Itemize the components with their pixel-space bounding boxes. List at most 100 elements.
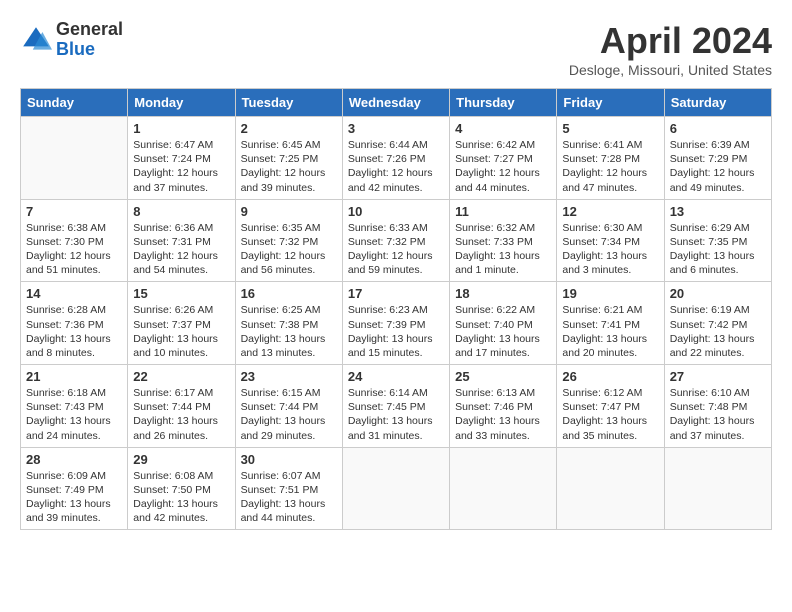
day-number: 7 [26,204,122,219]
calendar-cell: 11 Sunrise: 6:32 AMSunset: 7:33 PMDaylig… [450,199,557,282]
location: Desloge, Missouri, United States [569,62,772,78]
calendar-cell: 12 Sunrise: 6:30 AMSunset: 7:34 PMDaylig… [557,199,664,282]
cell-content: Sunrise: 6:25 AMSunset: 7:38 PMDaylight:… [241,303,337,360]
calendar-cell: 20 Sunrise: 6:19 AMSunset: 7:42 PMDaylig… [664,282,771,365]
day-number: 8 [133,204,229,219]
calendar-cell: 26 Sunrise: 6:12 AMSunset: 7:47 PMDaylig… [557,365,664,448]
calendar-cell: 15 Sunrise: 6:26 AMSunset: 7:37 PMDaylig… [128,282,235,365]
calendar-week-0: 1 Sunrise: 6:47 AMSunset: 7:24 PMDayligh… [21,117,772,200]
calendar-cell: 2 Sunrise: 6:45 AMSunset: 7:25 PMDayligh… [235,117,342,200]
day-number: 23 [241,369,337,384]
calendar-cell: 24 Sunrise: 6:14 AMSunset: 7:45 PMDaylig… [342,365,449,448]
cell-content: Sunrise: 6:42 AMSunset: 7:27 PMDaylight:… [455,138,551,195]
day-number: 22 [133,369,229,384]
cell-content: Sunrise: 6:21 AMSunset: 7:41 PMDaylight:… [562,303,658,360]
day-number: 24 [348,369,444,384]
cell-content: Sunrise: 6:07 AMSunset: 7:51 PMDaylight:… [241,469,337,526]
day-header-thursday: Thursday [450,89,557,117]
cell-content: Sunrise: 6:38 AMSunset: 7:30 PMDaylight:… [26,221,122,278]
calendar-week-1: 7 Sunrise: 6:38 AMSunset: 7:30 PMDayligh… [21,199,772,282]
day-number: 5 [562,121,658,136]
cell-content: Sunrise: 6:26 AMSunset: 7:37 PMDaylight:… [133,303,229,360]
cell-content: Sunrise: 6:10 AMSunset: 7:48 PMDaylight:… [670,386,766,443]
day-number: 27 [670,369,766,384]
day-number: 16 [241,286,337,301]
logo: General Blue [20,20,123,60]
cell-content: Sunrise: 6:09 AMSunset: 7:49 PMDaylight:… [26,469,122,526]
calendar-cell: 14 Sunrise: 6:28 AMSunset: 7:36 PMDaylig… [21,282,128,365]
calendar-cell: 18 Sunrise: 6:22 AMSunset: 7:40 PMDaylig… [450,282,557,365]
cell-content: Sunrise: 6:29 AMSunset: 7:35 PMDaylight:… [670,221,766,278]
logo-text: General Blue [56,20,123,60]
cell-content: Sunrise: 6:41 AMSunset: 7:28 PMDaylight:… [562,138,658,195]
day-number: 2 [241,121,337,136]
day-header-tuesday: Tuesday [235,89,342,117]
day-number: 9 [241,204,337,219]
day-number: 6 [670,121,766,136]
cell-content: Sunrise: 6:08 AMSunset: 7:50 PMDaylight:… [133,469,229,526]
day-number: 3 [348,121,444,136]
calendar-week-2: 14 Sunrise: 6:28 AMSunset: 7:36 PMDaylig… [21,282,772,365]
cell-content: Sunrise: 6:28 AMSunset: 7:36 PMDaylight:… [26,303,122,360]
calendar-cell: 3 Sunrise: 6:44 AMSunset: 7:26 PMDayligh… [342,117,449,200]
calendar-cell [21,117,128,200]
day-number: 13 [670,204,766,219]
day-header-wednesday: Wednesday [342,89,449,117]
day-number: 4 [455,121,551,136]
day-number: 19 [562,286,658,301]
calendar-cell: 21 Sunrise: 6:18 AMSunset: 7:43 PMDaylig… [21,365,128,448]
cell-content: Sunrise: 6:30 AMSunset: 7:34 PMDaylight:… [562,221,658,278]
day-number: 29 [133,452,229,467]
calendar-cell [450,447,557,530]
cell-content: Sunrise: 6:13 AMSunset: 7:46 PMDaylight:… [455,386,551,443]
calendar-cell: 4 Sunrise: 6:42 AMSunset: 7:27 PMDayligh… [450,117,557,200]
cell-content: Sunrise: 6:19 AMSunset: 7:42 PMDaylight:… [670,303,766,360]
day-number: 12 [562,204,658,219]
cell-content: Sunrise: 6:22 AMSunset: 7:40 PMDaylight:… [455,303,551,360]
title-block: April 2024 Desloge, Missouri, United Sta… [569,20,772,78]
logo-icon [20,24,52,56]
cell-content: Sunrise: 6:35 AMSunset: 7:32 PMDaylight:… [241,221,337,278]
calendar-cell: 22 Sunrise: 6:17 AMSunset: 7:44 PMDaylig… [128,365,235,448]
calendar-cell: 28 Sunrise: 6:09 AMSunset: 7:49 PMDaylig… [21,447,128,530]
calendar-cell: 19 Sunrise: 6:21 AMSunset: 7:41 PMDaylig… [557,282,664,365]
day-number: 14 [26,286,122,301]
cell-content: Sunrise: 6:15 AMSunset: 7:44 PMDaylight:… [241,386,337,443]
calendar-cell: 10 Sunrise: 6:33 AMSunset: 7:32 PMDaylig… [342,199,449,282]
calendar-cell: 16 Sunrise: 6:25 AMSunset: 7:38 PMDaylig… [235,282,342,365]
day-number: 11 [455,204,551,219]
calendar-cell: 25 Sunrise: 6:13 AMSunset: 7:46 PMDaylig… [450,365,557,448]
calendar-cell: 13 Sunrise: 6:29 AMSunset: 7:35 PMDaylig… [664,199,771,282]
calendar-cell [342,447,449,530]
calendar-cell: 30 Sunrise: 6:07 AMSunset: 7:51 PMDaylig… [235,447,342,530]
calendar-week-4: 28 Sunrise: 6:09 AMSunset: 7:49 PMDaylig… [21,447,772,530]
calendar-cell: 7 Sunrise: 6:38 AMSunset: 7:30 PMDayligh… [21,199,128,282]
cell-content: Sunrise: 6:44 AMSunset: 7:26 PMDaylight:… [348,138,444,195]
day-number: 30 [241,452,337,467]
calendar-cell: 29 Sunrise: 6:08 AMSunset: 7:50 PMDaylig… [128,447,235,530]
day-number: 10 [348,204,444,219]
day-header-saturday: Saturday [664,89,771,117]
day-header-monday: Monday [128,89,235,117]
calendar-cell: 27 Sunrise: 6:10 AMSunset: 7:48 PMDaylig… [664,365,771,448]
calendar-cell: 23 Sunrise: 6:15 AMSunset: 7:44 PMDaylig… [235,365,342,448]
cell-content: Sunrise: 6:18 AMSunset: 7:43 PMDaylight:… [26,386,122,443]
day-number: 17 [348,286,444,301]
day-number: 21 [26,369,122,384]
cell-content: Sunrise: 6:45 AMSunset: 7:25 PMDaylight:… [241,138,337,195]
cell-content: Sunrise: 6:14 AMSunset: 7:45 PMDaylight:… [348,386,444,443]
page-header: General Blue April 2024 Desloge, Missour… [20,20,772,78]
logo-blue: Blue [56,40,123,60]
calendar-cell: 5 Sunrise: 6:41 AMSunset: 7:28 PMDayligh… [557,117,664,200]
cell-content: Sunrise: 6:33 AMSunset: 7:32 PMDaylight:… [348,221,444,278]
calendar-cell: 8 Sunrise: 6:36 AMSunset: 7:31 PMDayligh… [128,199,235,282]
day-number: 28 [26,452,122,467]
calendar-week-3: 21 Sunrise: 6:18 AMSunset: 7:43 PMDaylig… [21,365,772,448]
calendar-cell [557,447,664,530]
cell-content: Sunrise: 6:47 AMSunset: 7:24 PMDaylight:… [133,138,229,195]
day-number: 1 [133,121,229,136]
calendar-cell: 1 Sunrise: 6:47 AMSunset: 7:24 PMDayligh… [128,117,235,200]
logo-general: General [56,20,123,40]
calendar-cell: 6 Sunrise: 6:39 AMSunset: 7:29 PMDayligh… [664,117,771,200]
day-number: 20 [670,286,766,301]
